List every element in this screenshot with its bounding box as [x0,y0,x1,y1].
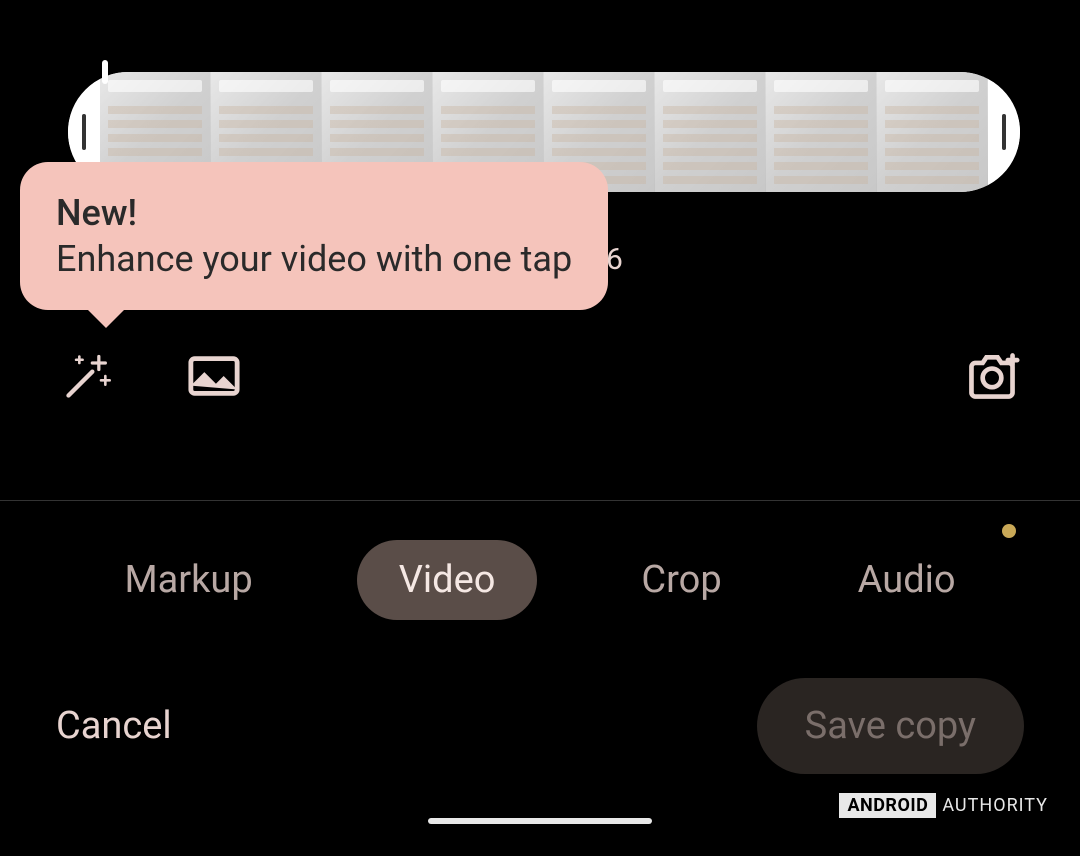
home-indicator[interactable] [428,818,652,824]
divider [0,500,1080,501]
timeline-frame [655,72,766,192]
camera-add-icon [964,351,1020,401]
frame-button[interactable] [186,348,242,404]
tooltip-arrow [84,306,128,328]
tab-video[interactable]: Video [357,540,538,620]
enhance-tooltip: New! Enhance your video with one tap [20,162,608,310]
watermark: ANDROID AUTHORITY [839,793,1048,818]
cancel-button[interactable]: Cancel [56,704,172,748]
tab-audio-label: Audio [858,558,956,602]
trim-handle-right[interactable] [988,72,1020,192]
timeline-playhead[interactable] [102,60,108,84]
tab-markup[interactable]: Markup [92,542,284,618]
save-copy-button[interactable]: Save copy [757,678,1024,774]
time-label: 6 [606,242,623,277]
enhance-button[interactable] [60,348,116,404]
frame-photo-icon [187,354,241,398]
tooltip-text: Enhance your video with one tap [56,238,572,280]
tab-audio[interactable]: Audio [826,542,988,618]
camera-add-button[interactable] [964,348,1020,404]
timeline-frame [877,72,988,192]
watermark-brand: ANDROID [839,793,936,818]
watermark-suffix: AUTHORITY [942,795,1048,816]
bottom-actions: Cancel Save copy [0,678,1080,774]
tab-crop[interactable]: Crop [609,542,753,618]
edit-tabs: Markup Video Crop Audio [0,540,1080,620]
timeline-frame [766,72,877,192]
video-toolbar [0,348,1080,404]
tooltip-title: New! [56,192,572,234]
notification-dot [1002,524,1016,538]
magic-wand-icon [62,350,114,402]
